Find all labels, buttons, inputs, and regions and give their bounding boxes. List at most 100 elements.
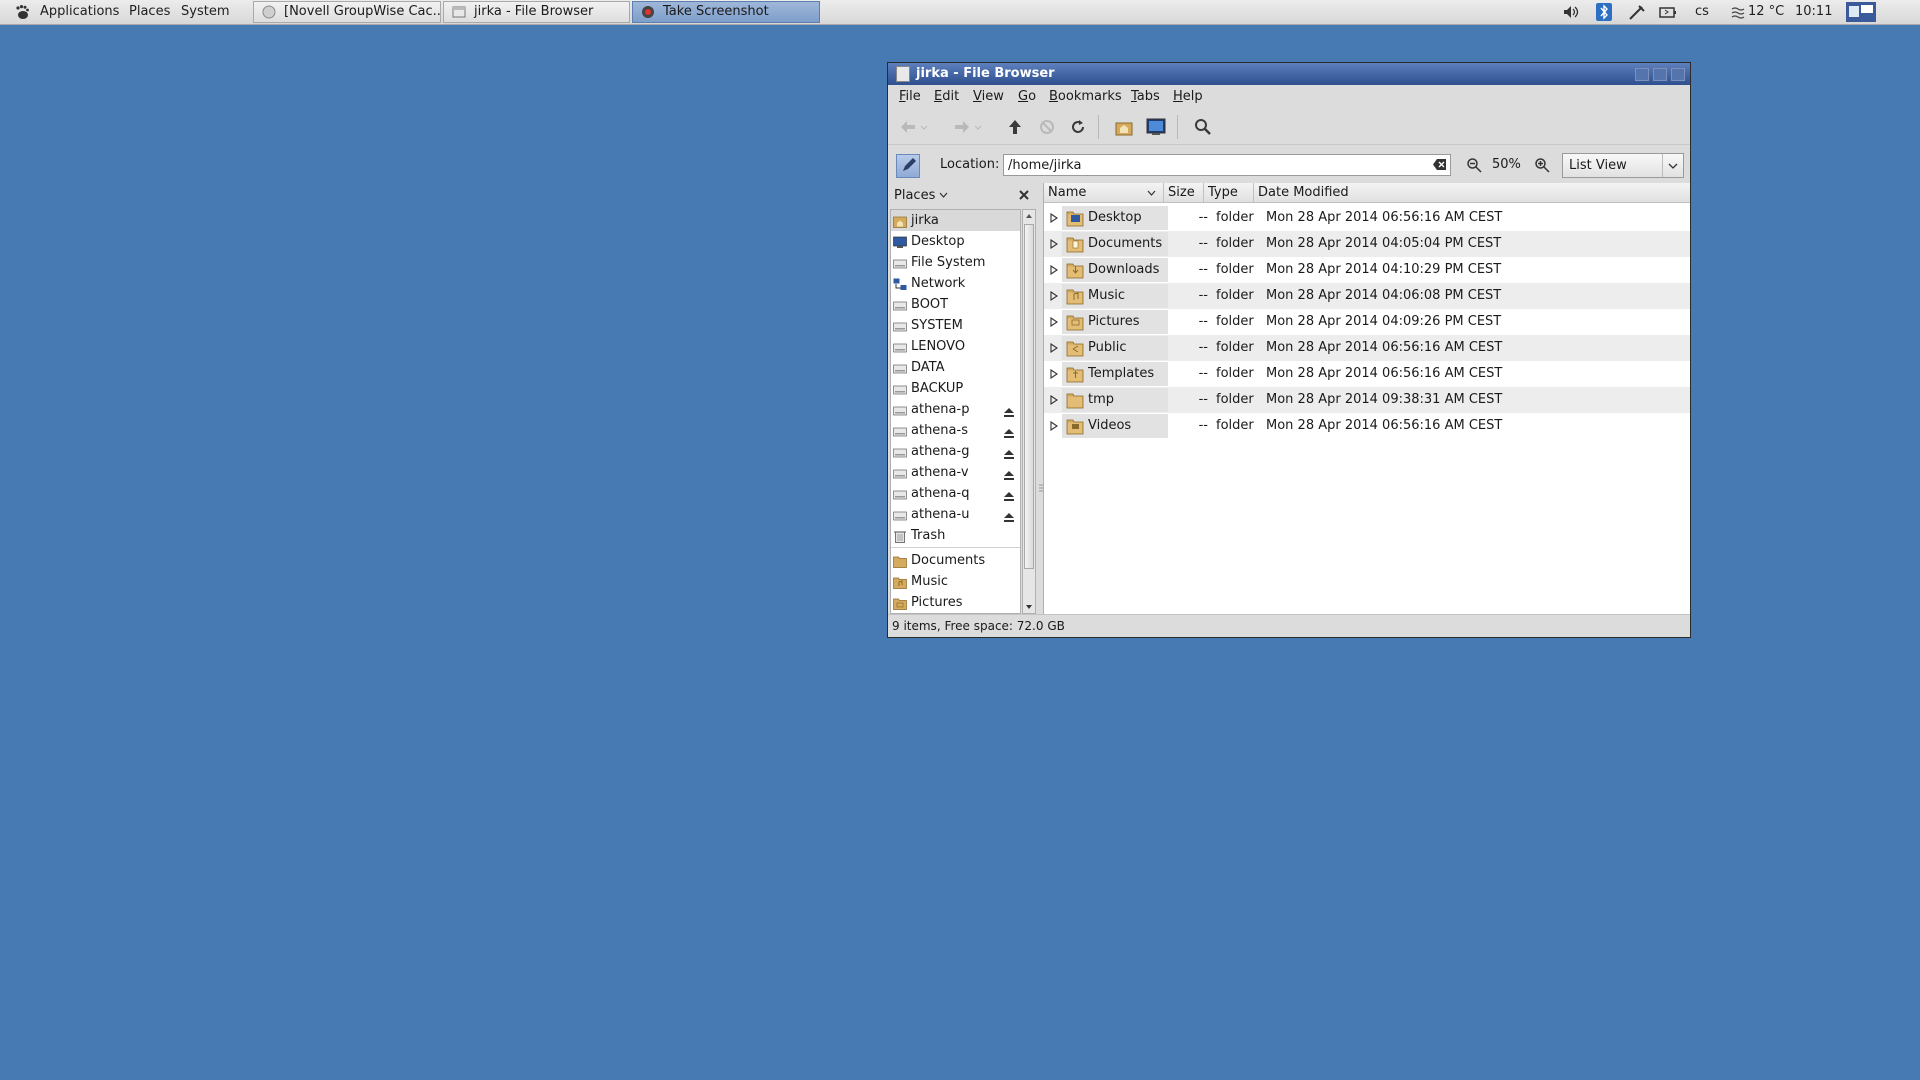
music-folder-icon <box>893 575 907 589</box>
search-icon[interactable] <box>1193 117 1213 137</box>
minimize-button[interactable] <box>1635 68 1649 81</box>
workspace-switcher-icon[interactable] <box>1846 2 1876 22</box>
file-row-public[interactable]: Public -- folder Mon 28 Apr 2014 06:56:16 A… <box>1044 335 1690 361</box>
menu-edit[interactable]: Edit <box>934 85 959 109</box>
file-row-pictures[interactable]: Pictures -- folder Mon 28 Apr 2014 04:09:26… <box>1044 309 1690 335</box>
file-row-desktop[interactable]: Desktop -- folder Mon 28 Apr 2014 06:56:16 … <box>1044 205 1690 231</box>
places-header[interactable]: Places <box>894 187 948 205</box>
menu-view[interactable]: View <box>973 85 1004 109</box>
window-icon[interactable] <box>896 66 910 82</box>
computer-icon[interactable] <box>1146 117 1166 137</box>
sidebar-item-athena-g[interactable]: athena-g <box>891 441 1020 462</box>
menu-file[interactable]: File <box>899 85 921 109</box>
expander-icon[interactable] <box>1050 395 1058 405</box>
system-menu[interactable]: System <box>181 0 229 24</box>
back-history-chevron-icon[interactable] <box>918 117 930 137</box>
scroll-up-icon[interactable] <box>1023 210 1035 222</box>
bookmark-item-documents[interactable]: Documents <box>891 550 1020 571</box>
battery-icon[interactable] <box>1659 4 1677 20</box>
eject-icon[interactable] <box>1003 446 1015 459</box>
expander-icon[interactable] <box>1050 239 1058 249</box>
column-date-modified[interactable]: Date Modified <box>1254 183 1690 203</box>
close-sidebar-icon[interactable] <box>1018 189 1030 201</box>
file-row-music[interactable]: Music -- folder Mon 28 Apr 2014 04:06:08 PM… <box>1044 283 1690 309</box>
maximize-button[interactable] <box>1653 68 1667 81</box>
sidebar-item-boot[interactable]: BOOT <box>891 294 1020 315</box>
places-menu[interactable]: Places <box>129 0 170 24</box>
bookmark-item-music[interactable]: Music <box>891 571 1020 592</box>
expander-icon[interactable] <box>1050 265 1058 275</box>
keyboard-layout[interactable]: cs <box>1695 0 1709 24</box>
file-row-tmp[interactable]: tmp -- folder Mon 28 Apr 2014 09:38:31 AM C… <box>1044 387 1690 413</box>
volume-icon[interactable] <box>1562 4 1580 20</box>
expander-icon[interactable] <box>1050 213 1058 223</box>
clock[interactable]: 10:11 <box>1795 0 1832 24</box>
file-row-documents[interactable]: Documents -- folder Mon 28 Apr 2014 04:05:0… <box>1044 231 1690 257</box>
eject-icon[interactable] <box>1003 425 1015 438</box>
file-row-templates[interactable]: Templates -- folder Mon 28 Apr 2014 06:56:1… <box>1044 361 1690 387</box>
close-button[interactable] <box>1671 68 1685 81</box>
expander-icon[interactable] <box>1050 421 1058 431</box>
weather-temperature[interactable]: 12 °C <box>1748 0 1784 24</box>
zoom-in-icon[interactable] <box>1534 157 1550 173</box>
sidebar-item-athena-v[interactable]: athena-v <box>891 462 1020 483</box>
sidebar-item-desktop[interactable]: Desktop <box>891 231 1020 252</box>
weather-icon[interactable] <box>1730 4 1746 20</box>
sidebar-item-data[interactable]: DATA <box>891 357 1020 378</box>
gnome-foot-icon[interactable] <box>14 4 30 20</box>
clear-location-icon[interactable] <box>1432 158 1447 171</box>
stop-icon[interactable] <box>1037 117 1057 137</box>
forward-icon[interactable] <box>952 117 972 137</box>
sidebar-item-athena-q[interactable]: athena-q <box>891 483 1020 504</box>
home-icon[interactable] <box>1114 117 1134 137</box>
back-icon[interactable] <box>898 117 918 137</box>
task-file-browser[interactable]: jirka - File Browser <box>443 1 630 23</box>
location-input[interactable] <box>1003 154 1451 176</box>
expander-icon[interactable] <box>1050 369 1058 379</box>
sidebar-item-athena-p[interactable]: athena-p <box>891 399 1020 420</box>
task-groupwise[interactable]: [Novell GroupWise Cac... <box>253 1 441 23</box>
sidebar-item-jirka[interactable]: jirka <box>891 210 1020 231</box>
sidebar-item-backup[interactable]: BACKUP <box>891 378 1020 399</box>
sidebar-item-athena-u[interactable]: athena-u <box>891 504 1020 525</box>
location-toggle-button[interactable] <box>896 154 920 178</box>
eject-icon[interactable] <box>1003 404 1015 417</box>
sidebar-item-athena-s[interactable]: athena-s <box>891 420 1020 441</box>
task-take-screenshot[interactable]: Take Screenshot <box>632 1 820 23</box>
column-name[interactable]: Name <box>1044 183 1164 203</box>
sidebar-scrollbar[interactable] <box>1022 209 1036 614</box>
menu-go[interactable]: Go <box>1018 85 1036 109</box>
reload-icon[interactable] <box>1068 117 1088 137</box>
applications-menu[interactable]: Applications <box>40 0 119 24</box>
zoom-level[interactable]: 50% <box>1492 155 1521 175</box>
sidebar-item-file-system[interactable]: File System <box>891 252 1020 273</box>
file-row-downloads[interactable]: Downloads -- folder Mon 28 Apr 2014 04:10:2… <box>1044 257 1690 283</box>
forward-history-chevron-icon[interactable] <box>972 117 984 137</box>
expander-icon[interactable] <box>1050 343 1058 353</box>
bookmark-item-pictures[interactable]: Pictures <box>891 592 1020 613</box>
scrollbar-thumb[interactable] <box>1024 224 1034 569</box>
eject-icon[interactable] <box>1003 488 1015 501</box>
sidebar-item-lenovo[interactable]: LENOVO <box>891 336 1020 357</box>
zoom-out-icon[interactable] <box>1466 157 1482 173</box>
bluetooth-icon[interactable] <box>1596 3 1612 21</box>
menu-tabs[interactable]: Tabs <box>1131 85 1160 109</box>
sidebar-item-trash[interactable]: Trash <box>891 525 1020 546</box>
menu-bookmarks[interactable]: Bookmarks <box>1049 85 1122 109</box>
expander-icon[interactable] <box>1050 317 1058 327</box>
network-wired-icon[interactable] <box>1628 4 1646 20</box>
scroll-down-icon[interactable] <box>1023 601 1035 613</box>
eject-icon[interactable] <box>1003 467 1015 480</box>
up-icon[interactable] <box>1005 117 1025 137</box>
column-type[interactable]: Type <box>1204 183 1254 203</box>
eject-icon[interactable] <box>1003 509 1015 522</box>
expander-icon[interactable] <box>1050 291 1058 301</box>
menu-help[interactable]: Help <box>1173 85 1203 109</box>
toolbar-separator <box>1098 115 1099 139</box>
view-mode-select[interactable]: List View <box>1562 153 1684 178</box>
file-row-videos[interactable]: Videos -- folder Mon 28 Apr 2014 06:56:16 A… <box>1044 413 1690 439</box>
column-size[interactable]: Size <box>1164 183 1204 203</box>
titlebar[interactable]: jirka - File Browser <box>888 63 1690 85</box>
sidebar-item-system[interactable]: SYSTEM <box>891 315 1020 336</box>
sidebar-item-network[interactable]: Network <box>891 273 1020 294</box>
